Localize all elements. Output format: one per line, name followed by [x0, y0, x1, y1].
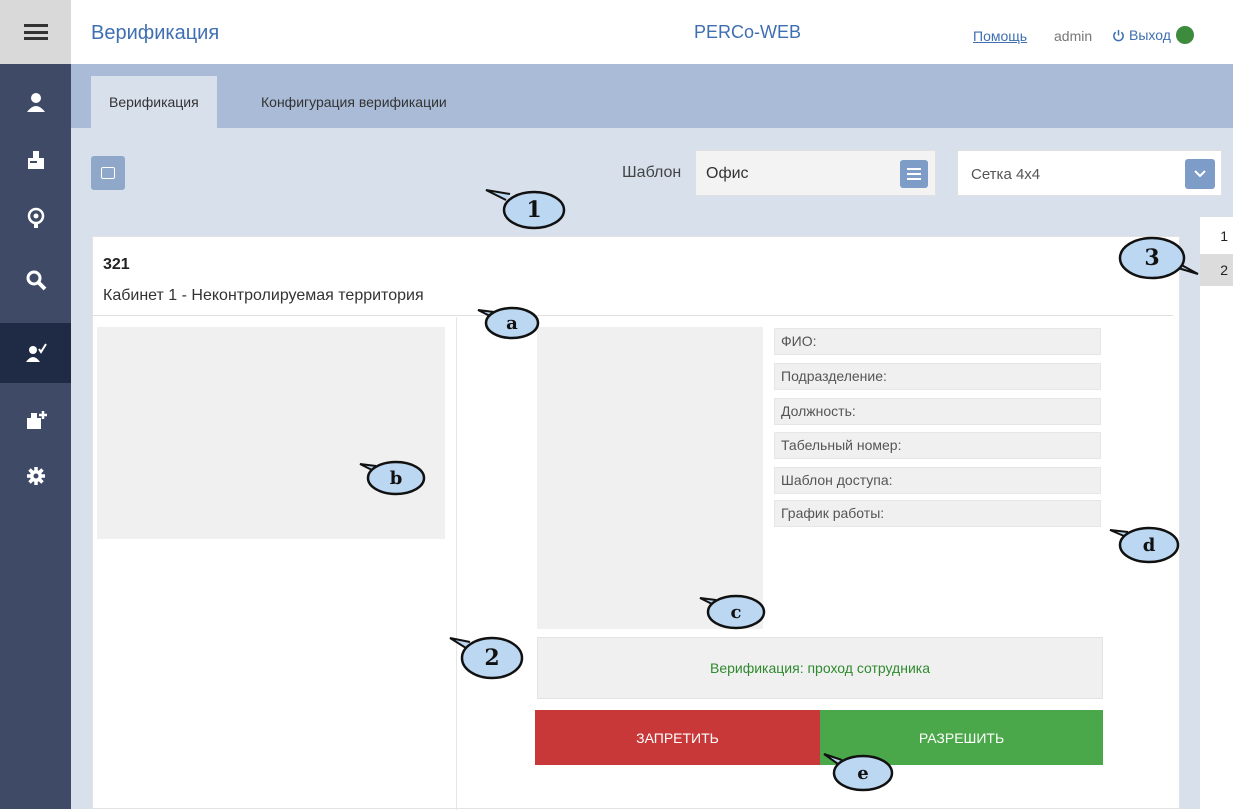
page-title: Верификация	[91, 22, 220, 44]
gear-icon	[26, 467, 45, 485]
add-visitor-icon	[26, 411, 47, 429]
callout-2: 2	[449, 636, 524, 680]
monitoring-icon	[27, 207, 44, 228]
toolbar: Шаблон Офис Сетка 4х4	[71, 128, 1233, 217]
device-id: 321	[103, 256, 130, 273]
divider	[456, 317, 457, 810]
field-personnel-number: Табельный номер:	[774, 432, 1101, 459]
field-fio: ФИО:	[774, 328, 1101, 355]
sidebar	[0, 0, 71, 809]
template-label: Шаблон	[622, 164, 682, 181]
scrollbar[interactable]	[1180, 236, 1200, 809]
camera-image-panel	[97, 327, 445, 539]
username: admin	[1054, 28, 1093, 44]
sidebar-item-visitors[interactable]	[0, 130, 71, 190]
sidebar-item-add-visitor[interactable]	[0, 390, 71, 450]
template-list-button[interactable]	[900, 160, 928, 188]
template-value: Офис	[706, 165, 749, 182]
callout-b: b	[359, 460, 426, 496]
page-1-button[interactable]: 1	[1200, 220, 1233, 252]
deny-button[interactable]: ЗАПРЕТИТЬ	[535, 710, 820, 765]
field-department: Подразделение:	[774, 363, 1101, 390]
callout-e: e	[823, 753, 894, 792]
sidebar-item-search[interactable]	[0, 250, 71, 310]
fullscreen-button[interactable]	[91, 156, 125, 190]
menu-toggle-button[interactable]	[0, 0, 71, 64]
employees-icon	[26, 93, 45, 112]
tab-verification[interactable]: Верификация	[91, 76, 217, 128]
logout-button[interactable]: Выход	[1112, 27, 1171, 43]
tab-label: Верификация	[109, 94, 199, 110]
callout-a: a	[477, 306, 540, 340]
callout-1: 1	[485, 189, 566, 230]
verification-icon	[25, 343, 47, 362]
device-location: Кабинет 1 - Неконтролируемая территория	[103, 287, 424, 304]
divider	[93, 315, 1173, 316]
callout-c: c	[699, 594, 766, 630]
verification-message: Верификация: проход сотрудника	[537, 637, 1103, 699]
help-link[interactable]: Помощь	[973, 28, 1027, 44]
grid-layout-select[interactable]: Сетка 4х4	[957, 150, 1222, 196]
callout-3: 3	[1118, 236, 1199, 280]
top-bar: Верификация PERCo-WEB Помощь admin Выход	[71, 0, 1233, 64]
logout-label: Выход	[1129, 27, 1171, 43]
template-field: Офис	[695, 150, 936, 196]
expand-icon	[101, 167, 115, 179]
page-switcher: 1 2	[1200, 217, 1233, 809]
tab-verification-config[interactable]: Конфигурация верификации	[243, 76, 465, 128]
visitors-icon	[27, 151, 44, 169]
sidebar-item-settings[interactable]	[0, 446, 71, 506]
connection-status-indicator	[1176, 26, 1194, 44]
field-access-template: Шаблон доступа:	[774, 467, 1101, 494]
sidebar-item-employees[interactable]	[0, 72, 71, 132]
tab-bar: Верификация Конфигурация верификации	[71, 64, 1233, 128]
verification-card: 321 Кабинет 1 - Неконтролируемая террито…	[92, 236, 1180, 810]
brand-name: PERCo-WEB	[694, 22, 802, 42]
callout-d: d	[1109, 526, 1180, 564]
grid-layout-value: Сетка 4х4	[971, 166, 1041, 183]
hamburger-icon	[23, 24, 48, 40]
power-icon	[1113, 29, 1124, 41]
field-position: Должность:	[774, 398, 1101, 425]
employee-photo-panel	[537, 327, 763, 629]
field-work-schedule: График работы:	[774, 500, 1101, 527]
chevron-down-icon[interactable]	[1185, 159, 1215, 189]
tab-label: Конфигурация верификации	[261, 94, 447, 110]
page-2-button[interactable]: 2	[1200, 254, 1233, 286]
sidebar-item-verification[interactable]	[0, 323, 71, 383]
search-icon	[26, 270, 46, 291]
sidebar-item-monitoring[interactable]	[0, 188, 71, 248]
